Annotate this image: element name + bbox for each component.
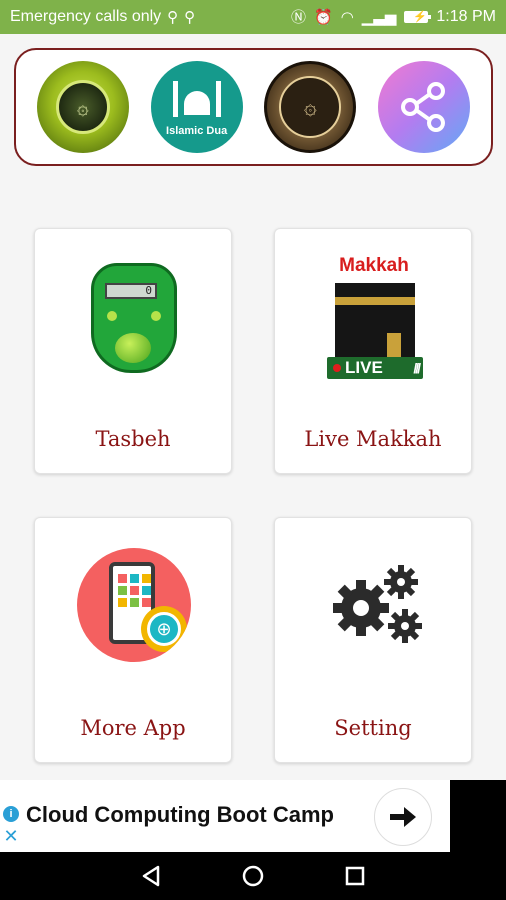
globe-icon: ⊕ — [147, 612, 181, 646]
back-button[interactable] — [136, 861, 166, 891]
featured-apps-strip: ۞ Islamic Dua ۞ — [14, 48, 493, 166]
tasbeh-tile[interactable]: 0 Tasbeh — [34, 228, 232, 474]
usb-icon: ⚲ — [167, 8, 179, 26]
mosque-icon — [167, 81, 227, 121]
nfc-icon: Ⓝ — [291, 8, 307, 26]
setting-label: Setting — [334, 716, 412, 740]
home-icon — [242, 865, 264, 887]
home-button[interactable] — [238, 861, 268, 891]
tasbeh-counter-icon: 0 — [91, 263, 177, 373]
carrier-text: Emergency calls only — [10, 8, 162, 25]
ad-info-icon[interactable]: i — [3, 806, 19, 822]
quran-calligraphy-icon: ۞ — [279, 76, 342, 138]
islamic-dua-label: Islamic Dua — [166, 125, 228, 137]
live-badge: LIVE /// — [327, 357, 423, 379]
usb-debug-icon: ⚲ — [184, 8, 196, 26]
more-app-icon: ⊕ — [77, 548, 191, 662]
makkah-live-icon: Makkah LIVE /// — [301, 249, 447, 387]
setting-tile[interactable]: Setting — [274, 517, 472, 763]
kaaba-icon — [335, 283, 415, 363]
recents-button[interactable] — [340, 861, 370, 891]
ad-close-icon[interactable]: ✕ — [3, 827, 19, 845]
status-bar: Emergency calls only ⚲ ⚲ Ⓝ ⏰ ◠ ▁▃▅ ⚡ 1:1… — [0, 0, 506, 34]
ad-open-button[interactable] — [374, 788, 432, 846]
ad-side-panel — [450, 780, 506, 852]
live-badge-text: LIVE — [345, 358, 383, 377]
wifi-icon: ◠ — [340, 8, 354, 26]
ad-title[interactable]: Cloud Computing Boot Camp — [26, 802, 334, 828]
quran-app-2-button[interactable]: ۞ — [264, 61, 357, 153]
quran-app-1-button[interactable]: ۞ — [36, 61, 129, 153]
share-icon — [401, 82, 446, 132]
arrow-right-icon — [390, 807, 416, 827]
more-app-label: More App — [80, 716, 186, 740]
battery-icon: ⚡ — [404, 11, 432, 23]
back-icon — [142, 865, 160, 887]
live-makkah-label: Live Makkah — [304, 427, 442, 451]
system-nav-bar — [0, 852, 506, 900]
ad-banner[interactable]: i ✕ Cloud Computing Boot Camp — [0, 780, 450, 852]
clock: 1:18 PM — [436, 8, 496, 25]
live-makkah-tile[interactable]: Makkah LIVE /// Live Makkah — [274, 228, 472, 474]
signal-icon: ▁▃▅ — [361, 8, 397, 26]
share-button[interactable] — [378, 61, 471, 153]
quran-calligraphy-icon: ۞ — [55, 80, 110, 134]
recents-icon — [345, 866, 365, 886]
makkah-image-title: Makkah — [339, 255, 409, 276]
app-screen: Emergency calls only ⚲ ⚲ Ⓝ ⏰ ◠ ▁▃▅ ⚡ 1:1… — [0, 0, 506, 900]
gears-icon — [333, 565, 422, 643]
islamic-dua-button[interactable]: Islamic Dua — [150, 61, 243, 153]
counter-display: 0 — [105, 283, 157, 299]
tasbeh-label: Tasbeh — [95, 427, 171, 451]
more-app-tile[interactable]: ⊕ More App — [34, 517, 232, 763]
alarm-icon: ⏰ — [314, 8, 333, 26]
